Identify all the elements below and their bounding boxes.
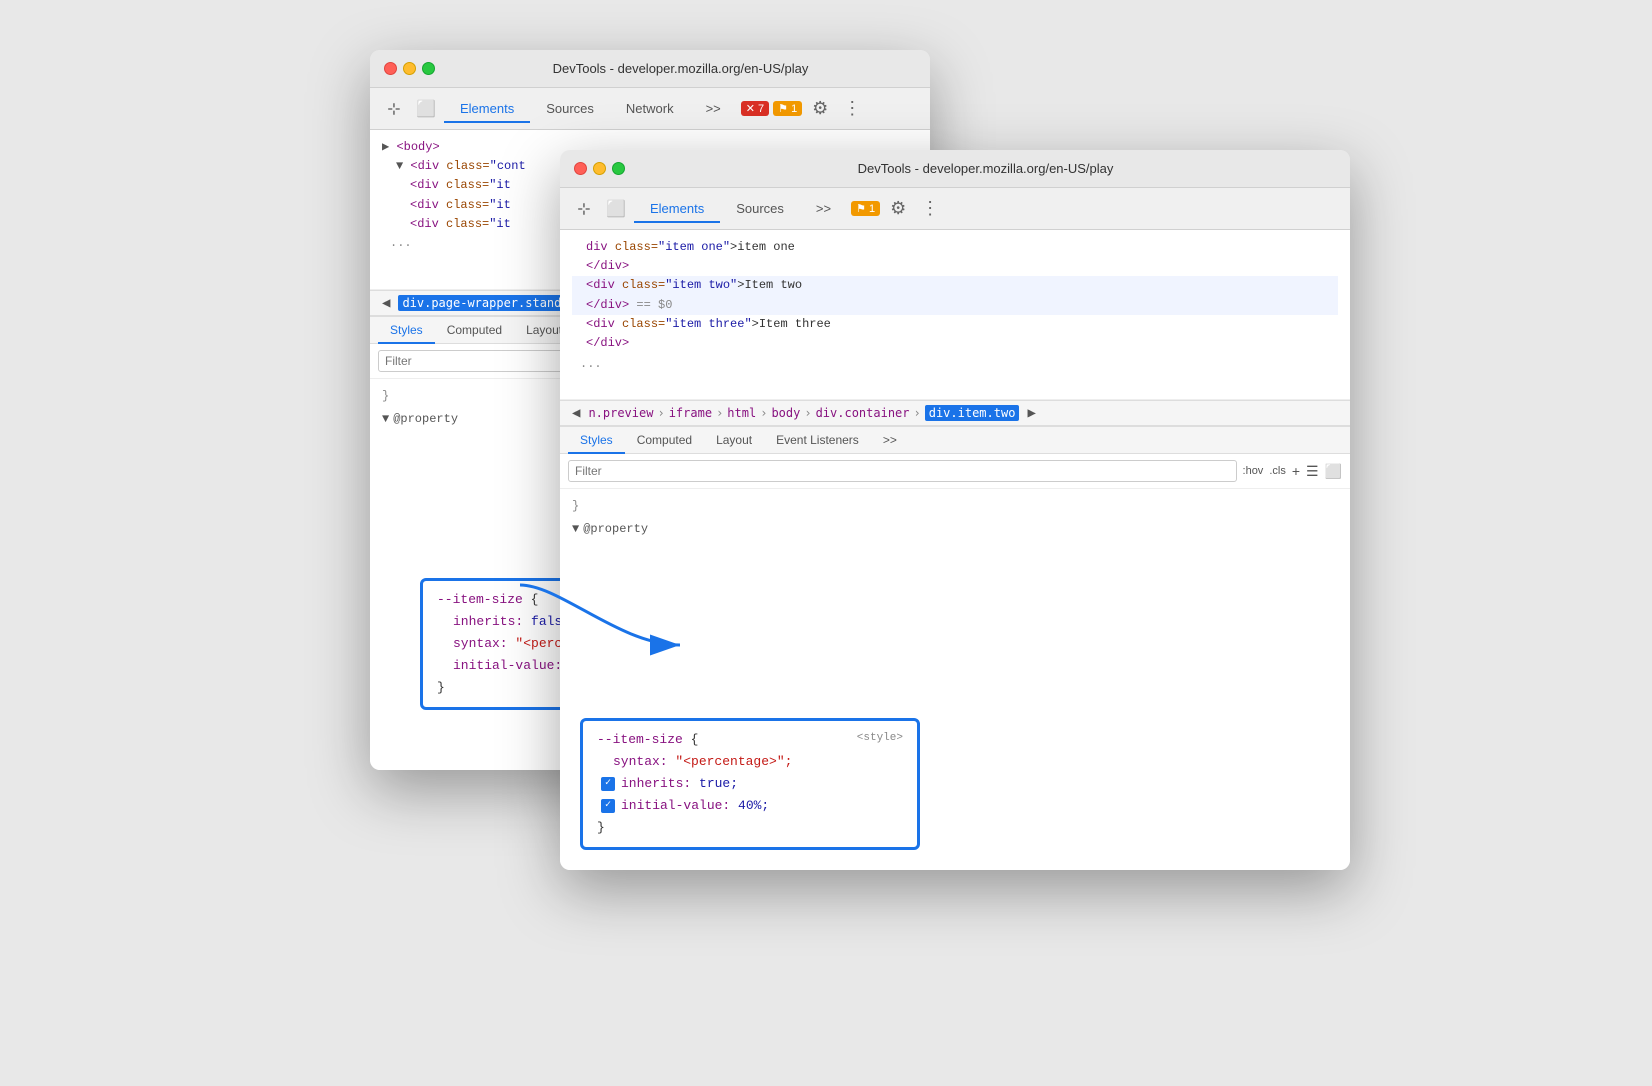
tree-front-line2: </div> bbox=[572, 257, 1338, 276]
add-button[interactable]: + bbox=[1292, 463, 1300, 479]
traffic-lights-back[interactable] bbox=[384, 62, 435, 75]
tab-computed-back[interactable]: Computed bbox=[435, 317, 514, 343]
tab-eventlis-front[interactable]: Event Listeners bbox=[764, 427, 871, 453]
highlight-box-front: <style> --item-size { syntax: "<percenta… bbox=[580, 718, 920, 850]
filter-input-front[interactable] bbox=[568, 460, 1237, 482]
window-title-front: DevTools - developer.mozilla.org/en-US/p… bbox=[635, 161, 1336, 176]
inspector-icon[interactable]: ⊹ bbox=[380, 95, 408, 123]
window-title-back: DevTools - developer.mozilla.org/en-US/p… bbox=[445, 61, 916, 76]
hl-front-line5: } bbox=[597, 817, 903, 839]
lower-panel-front: Styles Computed Layout Event Listeners >… bbox=[560, 426, 1350, 870]
tab-network-back[interactable]: Network bbox=[610, 95, 690, 122]
breadcrumb-back-arrow[interactable]: ◀ bbox=[378, 295, 394, 311]
breadcrumb-forward-arrow-front[interactable]: ▶ bbox=[1023, 405, 1039, 421]
warning-badge-front: ⚑ 1 bbox=[851, 201, 880, 216]
titlebar-front: DevTools - developer.mozilla.org/en-US/p… bbox=[560, 150, 1350, 188]
elements-tree-front: div class="item one">item one </div> <di… bbox=[560, 230, 1350, 400]
list-icon[interactable]: ☰ bbox=[1306, 463, 1319, 480]
checkbox-initial-value[interactable]: ✓ bbox=[601, 799, 615, 813]
tree-front-line4: </div> == $0 bbox=[572, 296, 1338, 315]
device-icon[interactable]: ⬜ bbox=[412, 95, 440, 123]
filter-bar-front: :hov .cls + ☰ ⬜ bbox=[560, 454, 1350, 489]
breadcrumb-item-html[interactable]: html bbox=[727, 406, 756, 420]
source-tag: <style> bbox=[857, 729, 903, 748]
breadcrumb-selected-front[interactable]: div.item.two bbox=[925, 405, 1020, 421]
hl-front-line4: ✓ initial-value: 40%; bbox=[597, 795, 903, 817]
tab-sources-back[interactable]: Sources bbox=[530, 95, 610, 122]
breadcrumb-item-container[interactable]: div.container bbox=[816, 406, 910, 420]
breadcrumb-item-body[interactable]: body bbox=[771, 406, 800, 420]
tab-layout-front[interactable]: Layout bbox=[704, 427, 764, 453]
breadcrumb-back-arrow-front[interactable]: ◀ bbox=[568, 405, 584, 421]
tab-more-back[interactable]: >> bbox=[690, 95, 737, 122]
error-badge-back: ✕ 7 bbox=[741, 101, 769, 116]
cls-button[interactable]: .cls bbox=[1269, 465, 1286, 477]
tab-bar-back: Elements Sources Network >> bbox=[444, 95, 737, 122]
toolbar-front: ⊹ ⬜ Elements Sources >> ⚑ 1 ⚙ ⋮ bbox=[560, 188, 1350, 230]
section-header-front: ▼ @property bbox=[572, 520, 1338, 539]
tree-front-line1: div class="item one">item one bbox=[572, 238, 1338, 257]
close-button-front[interactable] bbox=[574, 162, 587, 175]
tab-styles-back[interactable]: Styles bbox=[378, 317, 435, 343]
more-icon-front[interactable]: ⋮ bbox=[916, 195, 944, 223]
breadcrumb-item-preview[interactable]: n.preview bbox=[588, 406, 653, 420]
lower-tabs-front: Styles Computed Layout Event Listeners >… bbox=[560, 427, 1350, 454]
tree-front-line6: </div> bbox=[572, 334, 1338, 353]
tab-more-front[interactable]: >> bbox=[800, 195, 847, 222]
traffic-lights-front[interactable] bbox=[574, 162, 625, 175]
tab-elements-front[interactable]: Elements bbox=[634, 195, 720, 222]
titlebar-back: DevTools - developer.mozilla.org/en-US/p… bbox=[370, 50, 930, 88]
devtools-window-front: DevTools - developer.mozilla.org/en-US/p… bbox=[560, 150, 1350, 870]
warning-badge-back: ⚑ 1 bbox=[773, 101, 802, 116]
breadcrumb-front: ◀ n.preview › iframe › html › body › div… bbox=[560, 400, 1350, 426]
device-icon-front[interactable]: ⬜ bbox=[602, 195, 630, 223]
ellipsis-front: ... bbox=[572, 353, 1338, 374]
tree-front-line3: <div class="item two">Item two bbox=[572, 276, 1338, 295]
checkbox-inherits[interactable]: ✓ bbox=[601, 777, 615, 791]
toolbar-back: ⊹ ⬜ Elements Sources Network >> ✕ 7 ⚑ 1 … bbox=[370, 88, 930, 130]
settings-icon-back[interactable]: ⚙ bbox=[806, 95, 834, 123]
tree-front-line5: <div class="item three">Item three bbox=[572, 315, 1338, 334]
breadcrumb-item-iframe[interactable]: iframe bbox=[669, 406, 712, 420]
tab-bar-front: Elements Sources >> bbox=[634, 195, 847, 222]
inspector-icon-front[interactable]: ⊹ bbox=[570, 195, 598, 223]
tab-more-lower-front[interactable]: >> bbox=[871, 427, 909, 453]
hl-front-line3: ✓ inherits: true; bbox=[597, 773, 903, 795]
styles-content-front: } ▼ @property bbox=[560, 489, 1350, 547]
minimize-button-back[interactable] bbox=[403, 62, 416, 75]
tab-computed-front[interactable]: Computed bbox=[625, 427, 704, 453]
maximize-button-front[interactable] bbox=[612, 162, 625, 175]
hl-front-line2: syntax: "<percentage>"; bbox=[597, 751, 903, 773]
close-button-back[interactable] bbox=[384, 62, 397, 75]
more-icon-back[interactable]: ⋮ bbox=[838, 95, 866, 123]
hov-button[interactable]: :hov bbox=[1243, 465, 1264, 477]
tab-styles-front[interactable]: Styles bbox=[568, 427, 625, 453]
hl-front-line1: <style> --item-size { bbox=[597, 729, 903, 751]
maximize-button-back[interactable] bbox=[422, 62, 435, 75]
tab-elements-back[interactable]: Elements bbox=[444, 95, 530, 122]
minimize-button-front[interactable] bbox=[593, 162, 606, 175]
settings-icon-front[interactable]: ⚙ bbox=[884, 195, 912, 223]
tab-sources-front[interactable]: Sources bbox=[720, 195, 800, 222]
panel-icon[interactable]: ⬜ bbox=[1325, 463, 1342, 480]
